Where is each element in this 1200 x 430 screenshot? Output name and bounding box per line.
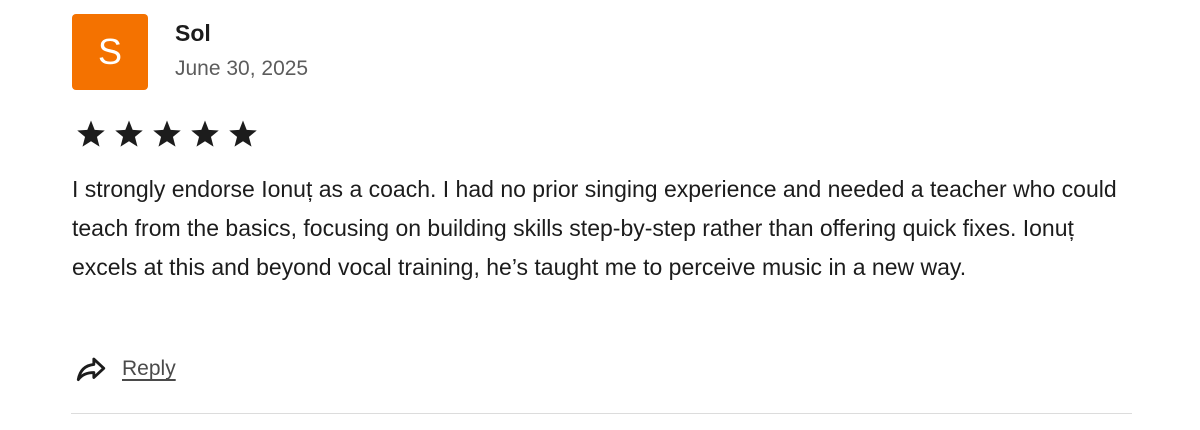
review-card: S Sol June 30, 2025 I strongly endorse I… [0, 0, 1200, 430]
review-text: I strongly endorse Ionuț as a coach. I h… [72, 176, 1117, 280]
reply-arrow-icon [76, 357, 106, 382]
star-icon [77, 120, 105, 147]
reply-button[interactable]: Reply [74, 352, 176, 386]
star-icon [191, 120, 219, 147]
review-date: June 30, 2025 [175, 57, 309, 80]
star-icon [153, 120, 181, 147]
star-rating [74, 117, 260, 151]
reply-link[interactable]: Reply [122, 352, 176, 386]
author-name: Sol [175, 20, 211, 46]
avatar: S [72, 14, 148, 90]
star-icon [115, 120, 143, 147]
star-icon [229, 120, 257, 147]
divider [71, 413, 1132, 414]
